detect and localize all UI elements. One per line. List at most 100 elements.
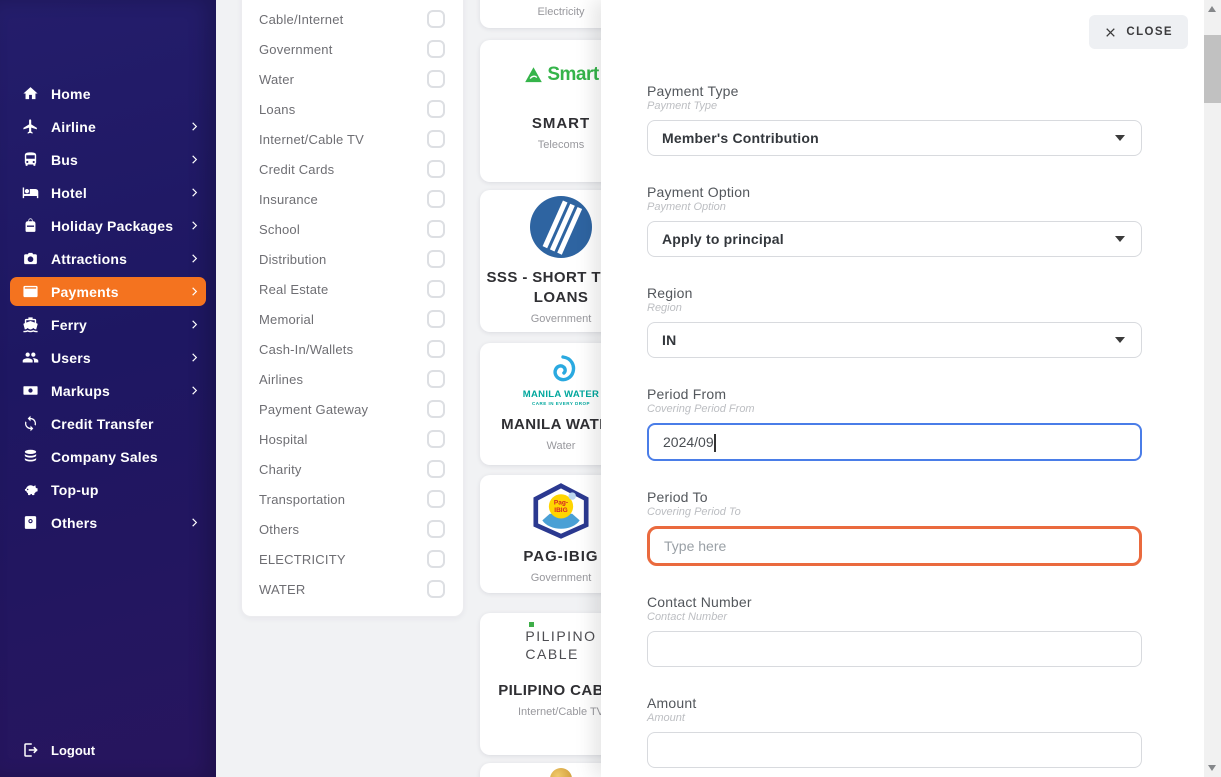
smart-logo: Smart	[523, 60, 598, 90]
category-checkbox[interactable]	[427, 130, 445, 148]
sidebar-item-label: Home	[51, 86, 91, 102]
amount-input[interactable]	[647, 732, 1142, 768]
category-row[interactable]: Internet/Cable TV	[242, 124, 463, 154]
amount-sublabel: Amount	[647, 712, 1142, 725]
sidebar-item-others[interactable]: Others	[0, 506, 216, 539]
category-row[interactable]: Memorial	[242, 304, 463, 334]
category-checkbox[interactable]	[427, 400, 445, 418]
category-checkbox[interactable]	[427, 280, 445, 298]
category-checkbox[interactable]	[427, 310, 445, 328]
sidebar-item-label: Ferry	[51, 317, 87, 333]
category-checkbox[interactable]	[427, 220, 445, 238]
category-row[interactable]: Distribution	[242, 244, 463, 274]
category-row[interactable]: Real Estate	[242, 274, 463, 304]
category-row[interactable]: ELECTRICITY	[242, 544, 463, 574]
sidebar-item-credit-transfer[interactable]: Credit Transfer	[0, 407, 216, 440]
chevron-right-icon	[189, 154, 200, 165]
sidebar-item-markups[interactable]: Markups	[0, 374, 216, 407]
bed-icon	[22, 184, 39, 201]
svg-text:IBIG: IBIG	[554, 507, 567, 514]
biller-category: Electricity	[537, 6, 584, 18]
sidebar-item-hotel[interactable]: Hotel	[0, 176, 216, 209]
sidebar-item-ferry[interactable]: Ferry	[0, 308, 216, 341]
logout-button[interactable]: Logout	[22, 741, 95, 759]
category-row[interactable]: Payment Gateway	[242, 394, 463, 424]
sidebar: Home Airline Bus Hotel	[0, 0, 216, 777]
transfer-icon	[22, 415, 39, 432]
category-row[interactable]: Others	[242, 514, 463, 544]
category-checkbox[interactable]	[427, 430, 445, 448]
page-scrollbar[interactable]	[1204, 0, 1221, 777]
region-select[interactable]: IN	[647, 322, 1142, 358]
sidebar-item-home[interactable]: Home	[0, 77, 216, 110]
payment-option-select[interactable]: Apply to principal	[647, 221, 1142, 257]
page-scrollbar-thumb[interactable]	[1204, 35, 1221, 103]
field-payment-option: Payment Option Payment Option Apply to p…	[647, 184, 1142, 257]
category-row[interactable]: Water	[242, 64, 463, 94]
sidebar-item-holiday-packages[interactable]: Holiday Packages	[0, 209, 216, 242]
payment-form: Payment Type Payment Type Member's Contr…	[647, 83, 1142, 777]
chevron-right-icon	[189, 253, 200, 264]
category-row[interactable]: Transportation	[242, 484, 463, 514]
category-row[interactable]: Hospital	[242, 424, 463, 454]
manila-water-tagline: CARE IN EVERY DROP	[532, 401, 590, 406]
category-checkbox[interactable]	[427, 160, 445, 178]
category-checkbox[interactable]	[427, 460, 445, 478]
category-row[interactable]: Credit Cards	[242, 154, 463, 184]
payment-option-label: Payment Option	[647, 184, 1142, 200]
category-label: Hospital	[259, 432, 427, 447]
coins-icon	[22, 448, 39, 465]
sidebar-item-top-up[interactable]: Top-up	[0, 473, 216, 506]
sss-logo	[530, 196, 592, 258]
close-button-label: CLOSE	[1126, 26, 1173, 38]
period-from-input[interactable]	[647, 423, 1142, 461]
sidebar-item-company-sales[interactable]: Company Sales	[0, 440, 216, 473]
category-checkbox[interactable]	[427, 550, 445, 568]
category-checkbox[interactable]	[427, 580, 445, 598]
category-label: Transportation	[259, 492, 427, 507]
sidebar-item-airline[interactable]: Airline	[0, 110, 216, 143]
category-checkbox[interactable]	[427, 40, 445, 58]
category-checkbox[interactable]	[427, 100, 445, 118]
amount-label: Amount	[647, 695, 1142, 711]
category-row[interactable]: Cable/Internet	[242, 4, 463, 34]
pag-ibig-logo: Pag- IBIG	[531, 483, 591, 539]
category-row[interactable]: Airlines	[242, 364, 463, 394]
field-amount: Amount Amount	[647, 695, 1142, 768]
category-checkbox[interactable]	[427, 490, 445, 508]
piggy-bank-icon	[22, 481, 39, 498]
sidebar-item-bus[interactable]: Bus	[0, 143, 216, 176]
category-checkbox[interactable]	[427, 10, 445, 28]
scroll-up-icon[interactable]	[1208, 6, 1216, 12]
category-checkbox[interactable]	[427, 340, 445, 358]
category-checkbox[interactable]	[427, 250, 445, 268]
logout-icon	[22, 741, 40, 759]
scroll-down-icon[interactable]	[1208, 765, 1216, 771]
category-row[interactable]: Government	[242, 34, 463, 64]
category-row[interactable]: Cash-In/Wallets	[242, 334, 463, 364]
category-row[interactable]: Charity	[242, 454, 463, 484]
sidebar-nav: Home Airline Bus Hotel	[0, 77, 216, 539]
payment-type-select[interactable]: Member's Contribution	[647, 120, 1142, 156]
sidebar-item-users[interactable]: Users	[0, 341, 216, 374]
category-label: Water	[259, 72, 427, 87]
period-to-input[interactable]	[647, 526, 1142, 566]
region-label: Region	[647, 285, 1142, 301]
category-row[interactable]: WATER	[242, 574, 463, 604]
category-checkbox[interactable]	[427, 190, 445, 208]
category-checkbox[interactable]	[427, 370, 445, 388]
category-label: Others	[259, 522, 427, 537]
category-checkbox[interactable]	[427, 70, 445, 88]
category-row[interactable]: Insurance	[242, 184, 463, 214]
sidebar-item-attractions[interactable]: Attractions	[0, 242, 216, 275]
category-row[interactable]: School	[242, 214, 463, 244]
manila-water-logo-text: MANILA WATER	[523, 389, 599, 400]
sidebar-item-payments[interactable]: Payments	[0, 275, 216, 308]
close-button[interactable]: CLOSE	[1089, 15, 1188, 49]
pilipino-cable-logo: PILIPINO CABLE	[525, 627, 596, 663]
category-checkbox[interactable]	[427, 520, 445, 538]
category-row[interactable]: Loans	[242, 94, 463, 124]
biller-category: Government	[531, 572, 592, 584]
biller-category: Telecoms	[538, 139, 584, 151]
contact-number-input[interactable]	[647, 631, 1142, 667]
